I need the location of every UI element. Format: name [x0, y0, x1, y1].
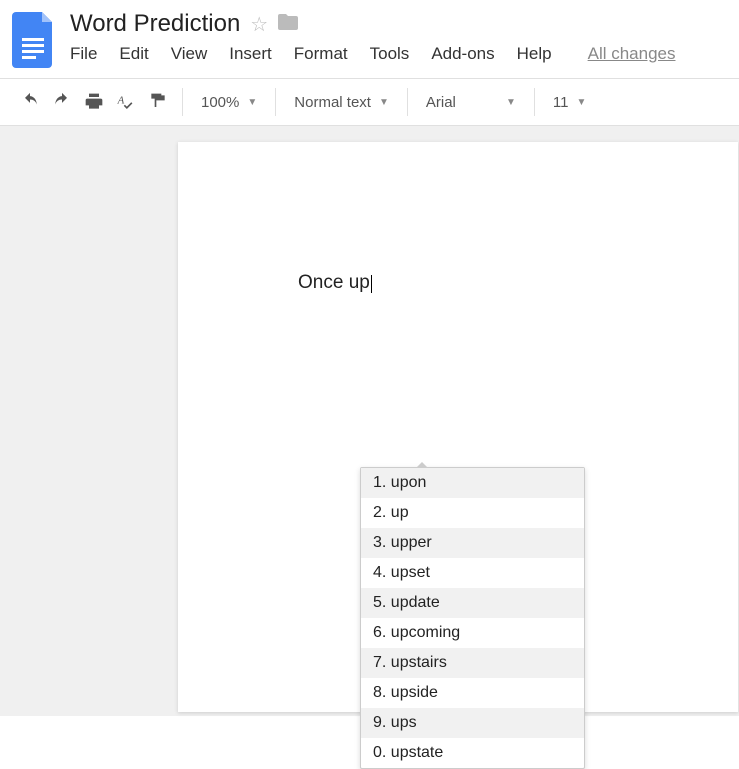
suggestion-item[interactable]: 0. upstate: [361, 738, 584, 768]
header-content: Word Prediction ☆ File Edit View Insert …: [70, 10, 739, 64]
style-dropdown[interactable]: Normal text ▼: [284, 94, 399, 111]
chevron-down-icon: ▼: [506, 97, 516, 108]
menu-view[interactable]: View: [171, 44, 208, 64]
header: Word Prediction ☆ File Edit View Insert …: [0, 0, 739, 68]
menu-help[interactable]: Help: [517, 44, 552, 64]
text-cursor: [371, 275, 372, 293]
suggestion-item[interactable]: 6. upcoming: [361, 618, 584, 648]
toolbar: A 100% ▼ Normal text ▼ Arial ▼ 11 ▼: [0, 78, 739, 126]
suggestion-item[interactable]: 4. upset: [361, 558, 584, 588]
menu-format[interactable]: Format: [294, 44, 348, 64]
menu-insert[interactable]: Insert: [229, 44, 272, 64]
toolbar-separator: [534, 88, 535, 116]
star-icon[interactable]: ☆: [250, 12, 268, 37]
suggestion-item[interactable]: 2. up: [361, 498, 584, 528]
all-changes-link[interactable]: All changes: [588, 44, 676, 64]
document-text: Once up: [298, 272, 370, 293]
suggestion-item[interactable]: 9. ups: [361, 708, 584, 738]
suggestion-item[interactable]: 8. upside: [361, 678, 584, 708]
font-value: Arial: [426, 94, 456, 111]
document-title[interactable]: Word Prediction: [70, 10, 240, 38]
suggestion-item[interactable]: 7. upstairs: [361, 648, 584, 678]
style-value: Normal text: [294, 94, 371, 111]
zoom-value: 100%: [201, 94, 239, 111]
paint-format-button[interactable]: [142, 86, 174, 118]
fontsize-dropdown[interactable]: 11 ▼: [543, 94, 596, 111]
spellcheck-button[interactable]: A: [110, 86, 142, 118]
menu-addons[interactable]: Add-ons: [431, 44, 494, 64]
toolbar-separator: [182, 88, 183, 116]
menu-file[interactable]: File: [70, 44, 97, 64]
suggestion-item[interactable]: 1. upon: [361, 468, 584, 498]
suggestion-item[interactable]: 5. update: [361, 588, 584, 618]
print-button[interactable]: [78, 86, 110, 118]
chevron-down-icon: ▼: [379, 97, 389, 108]
toolbar-separator: [275, 88, 276, 116]
svg-text:A: A: [117, 95, 125, 107]
dropdown-arrow-icon: [416, 462, 428, 468]
undo-button[interactable]: [14, 86, 46, 118]
title-row: Word Prediction ☆: [70, 10, 739, 38]
toolbar-separator: [407, 88, 408, 116]
menu-tools[interactable]: Tools: [370, 44, 410, 64]
menu-bar: File Edit View Insert Format Tools Add-o…: [70, 44, 739, 64]
redo-button[interactable]: [46, 86, 78, 118]
docs-logo-icon[interactable]: [12, 12, 56, 68]
zoom-dropdown[interactable]: 100% ▼: [191, 94, 267, 111]
font-dropdown[interactable]: Arial ▼: [416, 94, 526, 111]
chevron-down-icon: ▼: [247, 97, 257, 108]
menu-edit[interactable]: Edit: [119, 44, 148, 64]
canvas: Once up 1. upon2. up3. upper4. upset5. u…: [0, 126, 739, 716]
fontsize-value: 11: [553, 94, 569, 111]
chevron-down-icon: ▼: [576, 97, 586, 108]
folder-icon[interactable]: [278, 13, 298, 36]
suggestion-item[interactable]: 3. upper: [361, 528, 584, 558]
